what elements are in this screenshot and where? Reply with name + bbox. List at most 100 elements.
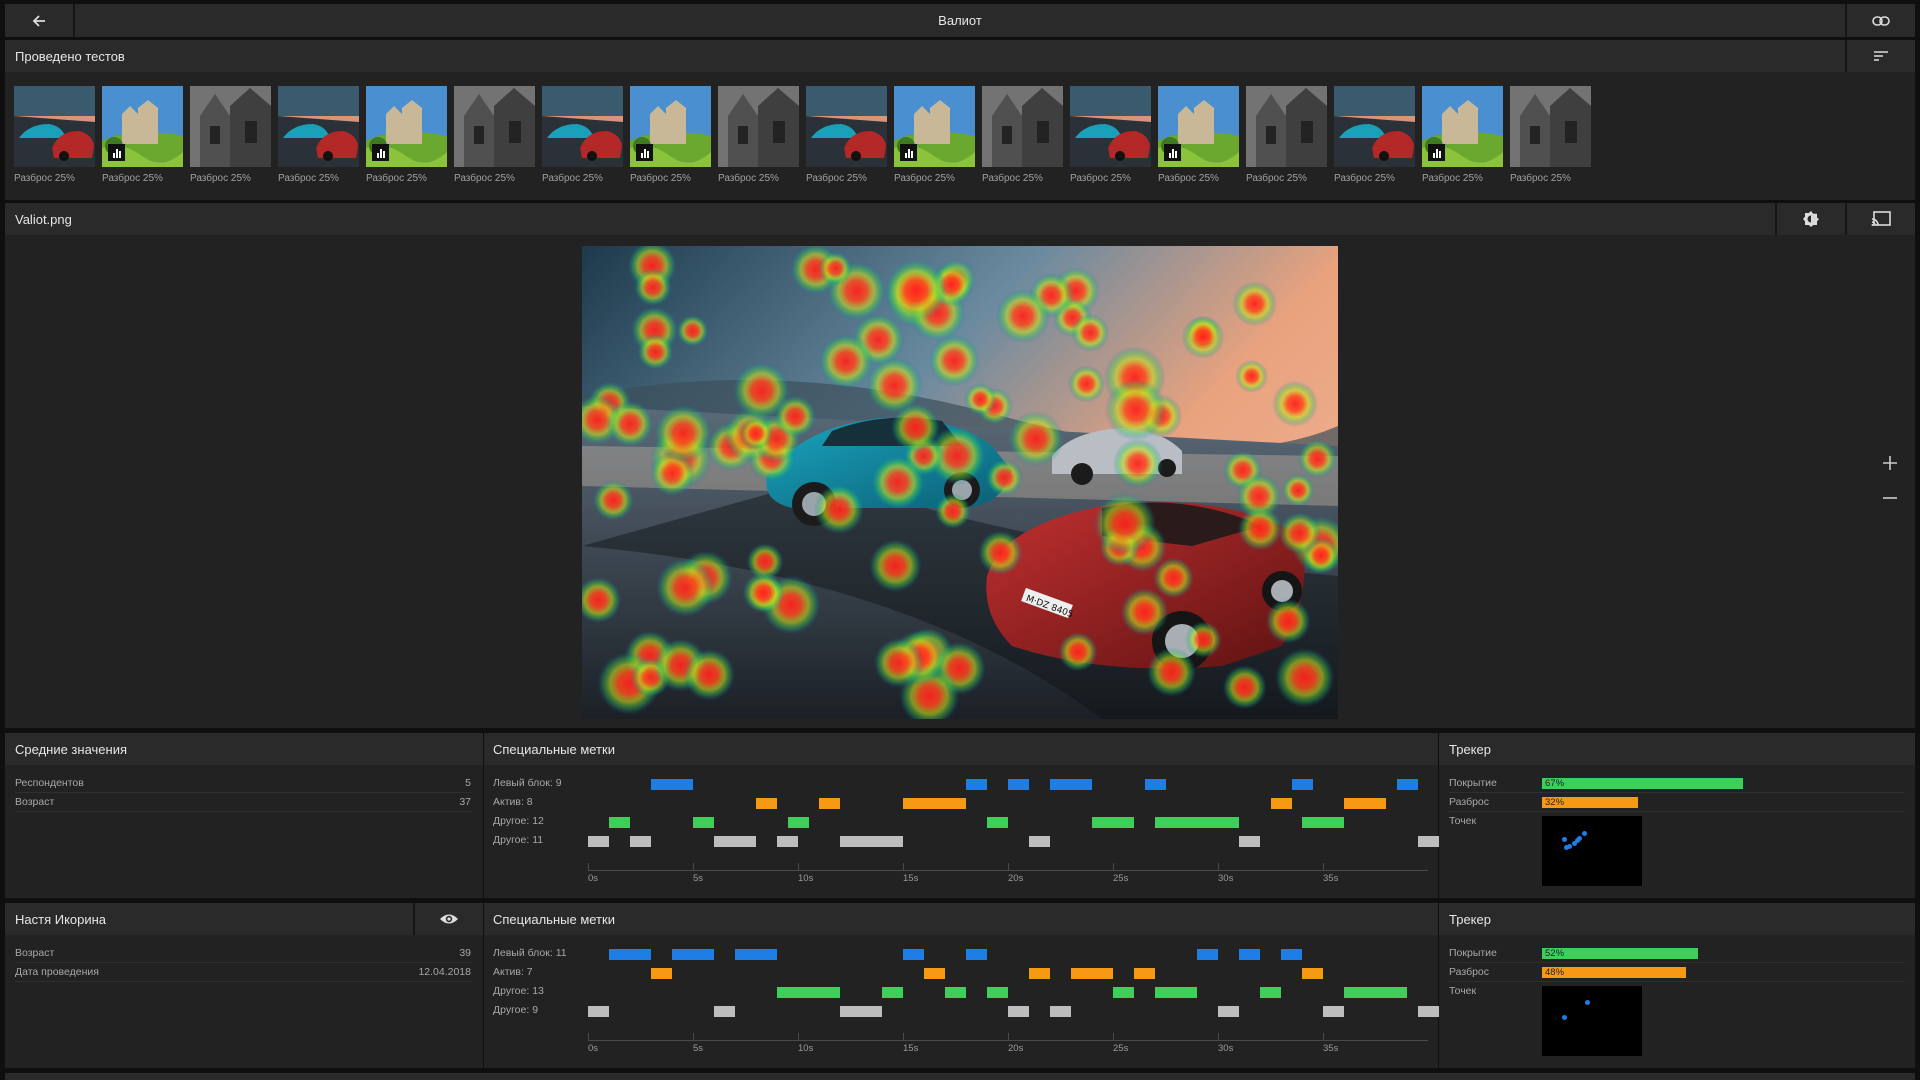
mark-segment[interactable] <box>1029 968 1050 979</box>
mark-segment[interactable] <box>1050 1006 1071 1017</box>
thumbnail-church[interactable] <box>1246 86 1327 167</box>
brightness-button[interactable] <box>1775 203 1845 235</box>
mark-segment[interactable] <box>777 836 798 847</box>
mark-segment[interactable] <box>588 1006 609 1017</box>
mark-segment[interactable] <box>987 987 1008 998</box>
mark-segment[interactable] <box>987 817 1008 828</box>
averages-panel: Средние значения Респондентов 5 Возраст … <box>5 733 483 898</box>
mark-segment[interactable] <box>1144 779 1166 790</box>
tracker-coverage-bar: 67% <box>1542 778 1743 789</box>
chart-icon <box>1428 144 1445 161</box>
mark-segment[interactable] <box>1155 817 1239 828</box>
timeline-tick-mark <box>1113 1033 1114 1040</box>
mark-segment[interactable] <box>735 949 777 960</box>
mark-segment[interactable] <box>651 779 693 790</box>
mark-segment[interactable] <box>777 987 840 998</box>
link-button[interactable] <box>1845 4 1915 37</box>
mark-segment[interactable] <box>1302 817 1344 828</box>
mark-segment[interactable] <box>819 798 840 809</box>
thumbnail-church[interactable] <box>1510 86 1591 167</box>
mark-segment[interactable] <box>1417 1006 1439 1017</box>
mark-row-label: Актив: 7 <box>493 966 533 978</box>
mark-segment[interactable] <box>714 836 756 847</box>
mark-segment[interactable] <box>1270 798 1292 809</box>
thumbnail-castle[interactable] <box>102 86 183 167</box>
mark-segment[interactable] <box>924 968 945 979</box>
mark-segment[interactable] <box>840 836 903 847</box>
mark-segment[interactable] <box>1344 987 1407 998</box>
mark-segment[interactable] <box>630 836 651 847</box>
timeline-axis <box>588 1040 1428 1041</box>
tracker-point <box>1582 831 1587 837</box>
averages-title: Средние значения <box>15 742 127 757</box>
sort-icon <box>1873 50 1889 62</box>
thumbnail-church[interactable] <box>718 86 799 167</box>
mark-segment[interactable] <box>756 798 777 809</box>
sort-button[interactable] <box>1845 40 1915 72</box>
thumbnail-castle[interactable] <box>1422 86 1503 167</box>
zoom-in-button[interactable] <box>1875 448 1905 478</box>
thumbnail-caption: Разброс 25% <box>1422 173 1483 184</box>
tracker-points-map[interactable] <box>1542 986 1642 1056</box>
mark-segment[interactable] <box>1281 949 1302 960</box>
mark-segment[interactable] <box>714 1006 735 1017</box>
thumbnail-castle[interactable] <box>630 86 711 167</box>
timeline-tick-label: 35s <box>1323 873 1339 884</box>
thumbnail-church[interactable] <box>190 86 271 167</box>
mark-segment[interactable] <box>1260 987 1281 998</box>
thumbnail-cars[interactable] <box>14 86 95 167</box>
thumbnail-cars[interactable] <box>278 86 359 167</box>
heatmap-image[interactable]: M·DZ 8405 <box>582 246 1338 719</box>
mark-segment[interactable] <box>1092 817 1134 828</box>
mark-segment[interactable] <box>672 949 714 960</box>
mark-segment[interactable] <box>1417 836 1439 847</box>
mark-segment[interactable] <box>1008 779 1029 790</box>
mark-segment[interactable] <box>966 779 987 790</box>
mark-segment[interactable] <box>693 817 714 828</box>
mark-segment[interactable] <box>1071 968 1113 979</box>
timeline-tick-mark <box>1113 863 1114 870</box>
mark-segment[interactable] <box>1323 1006 1344 1017</box>
mark-segment[interactable] <box>1239 949 1260 960</box>
mark-segment[interactable] <box>945 987 966 998</box>
eye-icon <box>439 913 459 925</box>
mark-segment[interactable] <box>1344 798 1386 809</box>
thumbnail-cars[interactable] <box>542 86 623 167</box>
thumbnail-cars[interactable] <box>1070 86 1151 167</box>
mark-segment[interactable] <box>651 968 672 979</box>
mark-segment[interactable] <box>1050 779 1092 790</box>
zoom-out-button[interactable] <box>1875 483 1905 513</box>
mark-segment[interactable] <box>1302 968 1323 979</box>
thumbnail-cars[interactable] <box>1334 86 1415 167</box>
mark-segment[interactable] <box>1155 987 1197 998</box>
mark-segment[interactable] <box>840 1006 882 1017</box>
mark-segment[interactable] <box>787 817 809 828</box>
page-title: Валиот <box>938 13 982 28</box>
mark-segment[interactable] <box>882 987 903 998</box>
tracker-points-map[interactable] <box>1542 816 1642 886</box>
mark-segment[interactable] <box>966 949 987 960</box>
timeline-tick-mark <box>1218 863 1219 870</box>
thumbnail-castle[interactable] <box>366 86 447 167</box>
thumbnail-castle[interactable] <box>894 86 975 167</box>
mark-segment[interactable] <box>1008 1006 1029 1017</box>
thumbnail-castle[interactable] <box>1158 86 1239 167</box>
thumbnail-church[interactable] <box>982 86 1063 167</box>
thumbnail-church[interactable] <box>454 86 535 167</box>
mark-segment[interactable] <box>903 949 924 960</box>
mark-segment[interactable] <box>1396 779 1418 790</box>
visibility-button[interactable] <box>413 903 483 935</box>
mark-segment[interactable] <box>609 817 630 828</box>
thumbnail-cars[interactable] <box>806 86 887 167</box>
mark-segment[interactable] <box>1218 1006 1239 1017</box>
mark-segment[interactable] <box>1197 949 1218 960</box>
mark-segment[interactable] <box>588 836 609 847</box>
mark-segment[interactable] <box>1113 987 1134 998</box>
mark-segment[interactable] <box>1239 836 1260 847</box>
mark-segment[interactable] <box>1291 779 1313 790</box>
cast-button[interactable] <box>1845 203 1915 235</box>
mark-segment[interactable] <box>609 949 651 960</box>
mark-segment[interactable] <box>903 798 966 809</box>
mark-segment[interactable] <box>1029 836 1050 847</box>
mark-segment[interactable] <box>1134 968 1155 979</box>
